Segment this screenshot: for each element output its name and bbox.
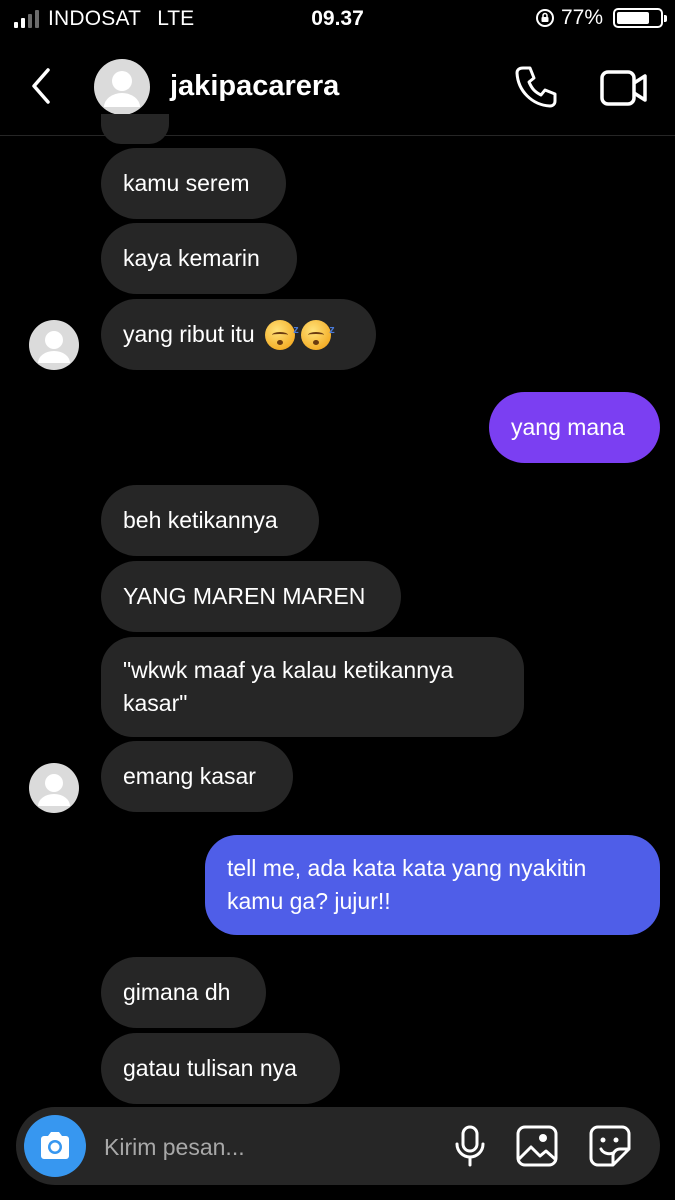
avatar[interactable]: [94, 59, 150, 115]
message-text: yang mana: [511, 414, 625, 440]
avatar[interactable]: [29, 320, 79, 370]
message-text: "wkwk maaf ya kalau ketikannya kasar": [123, 657, 454, 716]
message-text: kamu serem: [123, 170, 250, 196]
message-incoming[interactable]: kaya kemarin: [101, 223, 297, 294]
sleeping-face-icon: z: [264, 319, 299, 350]
message-outgoing[interactable]: tell me, ada kata kata yang nyakitin kam…: [205, 835, 660, 935]
video-call-icon[interactable]: [599, 68, 649, 108]
message-text: yang ribut itu: [123, 321, 255, 347]
message-composer: [16, 1107, 660, 1187]
message-incoming[interactable]: yang ribut itu z z: [101, 299, 376, 370]
battery-percent: 77%: [560, 6, 603, 29]
message-bubble-partial: [101, 114, 169, 144]
orientation-lock-icon: [535, 9, 554, 27]
message-text: beh ketikannya: [123, 507, 278, 533]
message-incoming[interactable]: emang kasar: [101, 741, 293, 812]
message-incoming[interactable]: YANG MAREN MAREN: [101, 561, 401, 632]
message-outgoing[interactable]: yang mana: [489, 392, 660, 463]
microphone-icon[interactable]: [453, 1125, 487, 1167]
status-right: 77%: [535, 6, 667, 30]
message-incoming[interactable]: gatau tulisan nya: [101, 1033, 340, 1104]
message-text: emang kasar: [123, 763, 256, 789]
status-bar: INDOSAT LTE 09.37 77%: [0, 0, 675, 38]
avatar[interactable]: [29, 763, 79, 813]
gallery-icon[interactable]: [516, 1125, 558, 1167]
message-input[interactable]: [102, 1107, 436, 1187]
message-text: kaya kemarin: [123, 245, 260, 271]
battery-icon: [613, 8, 667, 28]
message-incoming[interactable]: kamu serem: [101, 148, 286, 219]
message-text: YANG MAREN MAREN: [123, 583, 366, 609]
message-text: gatau tulisan nya: [123, 1055, 297, 1081]
message-incoming[interactable]: "wkwk maaf ya kalau ketikannya kasar": [101, 637, 524, 737]
camera-icon: [41, 1132, 69, 1159]
back-icon[interactable]: [26, 66, 58, 106]
message-incoming[interactable]: gimana dh: [101, 957, 266, 1028]
sleeping-face-icon: z: [300, 319, 335, 350]
sticker-icon[interactable]: [589, 1125, 631, 1167]
message-text: gimana dh: [123, 979, 231, 1005]
call-icon[interactable]: [513, 64, 559, 110]
message-text: tell me, ada kata kata yang nyakitin kam…: [227, 855, 587, 914]
battery-fill: [617, 12, 650, 24]
message-incoming[interactable]: beh ketikannya: [101, 485, 319, 556]
chat-username[interactable]: jakipacarera: [170, 70, 339, 103]
camera-button[interactable]: [24, 1115, 86, 1177]
